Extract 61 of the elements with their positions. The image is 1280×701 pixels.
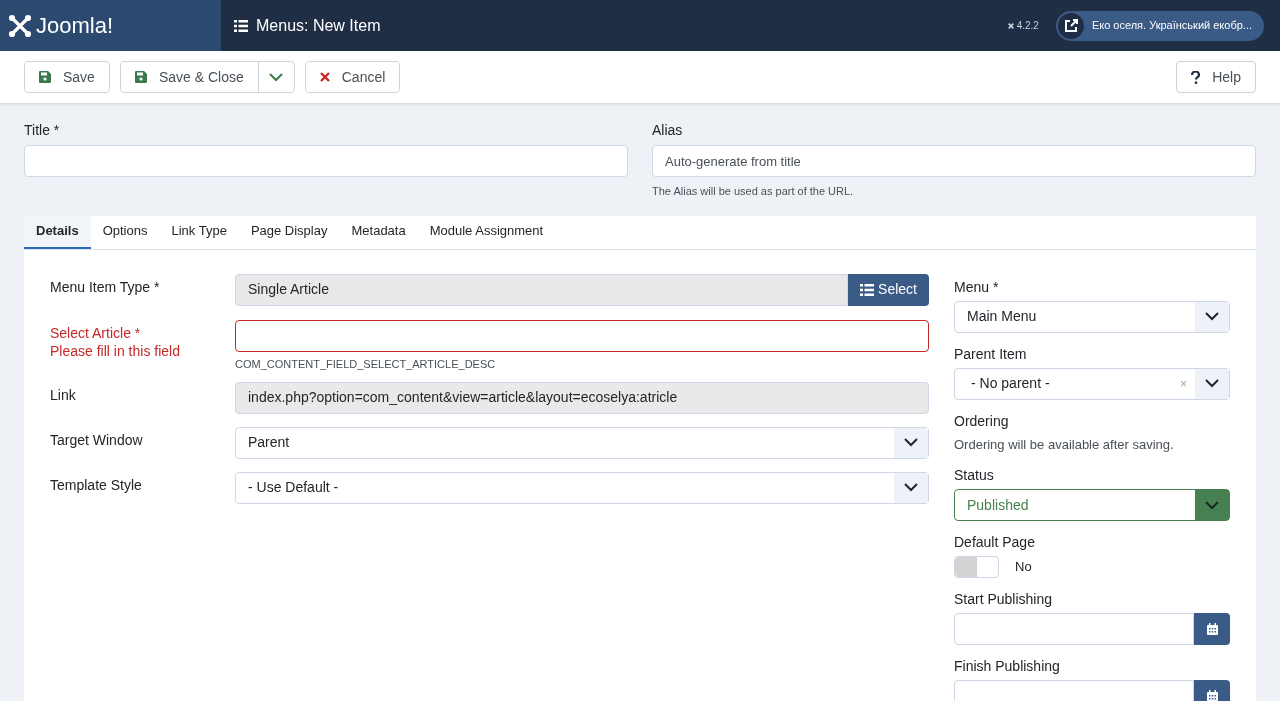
- link-field: index.php?option=com_content&view=article&layout=ecoselya:atricle: [235, 381, 929, 414]
- input-field[interactable]: [235, 319, 929, 352]
- chevron-down-icon: [269, 72, 284, 82]
- logo-text: Joomla!: [36, 14, 114, 37]
- field-label: Template Style: [50, 475, 143, 494]
- chevron-down-icon: [904, 483, 918, 492]
- field-label: Status: [954, 466, 995, 484]
- field-label: Ordering: [954, 411, 1010, 430]
- field-label: Select Article *: [50, 323, 142, 342]
- calendar-button[interactable]: [1194, 613, 1230, 645]
- select-field[interactable]: - Use Default -: [235, 471, 929, 504]
- help-button[interactable]: Help: [1176, 61, 1256, 93]
- tab[interactable]: Metadata: [339, 215, 418, 249]
- tab[interactable]: Link Type: [159, 215, 239, 249]
- version-label: 4.2.2: [1016, 19, 1039, 33]
- logo-icon: [8, 13, 32, 38]
- external-link-icon: [1063, 18, 1078, 33]
- question-mark-icon: [1191, 70, 1201, 84]
- field-hint: The Alias will be used as part of the URL.: [652, 184, 855, 199]
- toolbar-button[interactable]: Save: [25, 62, 109, 92]
- chevron-down-icon: [904, 438, 918, 447]
- alias-field[interactable]: Auto-generate from title: [652, 145, 1256, 177]
- menu-item-type-field: Single Article: [235, 273, 849, 306]
- chevron-down-icon: [1205, 500, 1219, 510]
- field-label: Default Page: [954, 533, 1036, 551]
- select-field[interactable]: Parent: [235, 426, 929, 459]
- error-message: Please fill in this field: [50, 341, 181, 360]
- logo-icon: [1006, 21, 1015, 30]
- field-label: Target Window: [50, 430, 144, 449]
- tab[interactable]: Module Assignment: [417, 215, 556, 249]
- select-field[interactable]: Main Menu: [954, 300, 1230, 333]
- field-label: Menu *: [954, 277, 1000, 296]
- field-label: Alias: [652, 121, 684, 139]
- field-label: Start Publishing: [954, 590, 1054, 608]
- field-label: Finish Publishing: [954, 657, 1061, 675]
- list-icon: [234, 19, 248, 32]
- select-field[interactable]: - No parent - ×: [954, 367, 1230, 400]
- date-field[interactable]: [954, 613, 1194, 645]
- page-title: Menus: New Item: [256, 15, 381, 36]
- tab[interactable]: Page Display: [238, 215, 340, 249]
- tab[interactable]: Details: [24, 215, 91, 249]
- calendar-icon: [1206, 623, 1218, 635]
- field-hint: COM_CONTENT_FIELD_SELECT_ARTICLE_DESC: [235, 356, 497, 372]
- title-field[interactable]: [24, 145, 628, 177]
- field-label: Parent Item: [954, 344, 1028, 363]
- field-label: Menu Item Type *: [50, 277, 161, 296]
- toggle-value: No: [1015, 558, 1032, 577]
- tab[interactable]: Options: [90, 215, 160, 249]
- calendar-icon: [1206, 690, 1218, 701]
- select-button[interactable]: Select: [848, 273, 929, 306]
- list-icon: [860, 283, 875, 296]
- site-link[interactable]: Еко оселя. Український екобр...: [1055, 10, 1264, 41]
- toolbar-button[interactable]: Cancel: [305, 62, 400, 92]
- chevron-down-icon: [1205, 312, 1219, 321]
- toggle-switch[interactable]: [954, 556, 999, 578]
- field-label: Title *: [24, 121, 61, 139]
- field-label: Link: [50, 385, 77, 404]
- chevron-down-icon: [1205, 379, 1219, 388]
- ordering-note: Ordering will be available after saving.: [954, 435, 1175, 454]
- status-select[interactable]: Published: [954, 489, 1230, 521]
- close-icon: [319, 72, 330, 82]
